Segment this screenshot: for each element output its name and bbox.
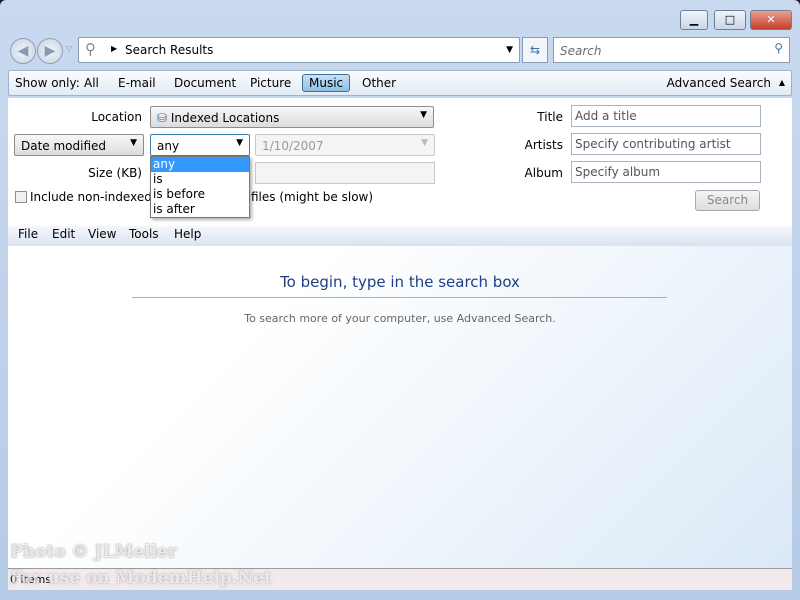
filter-all[interactable]: All: [84, 76, 99, 90]
title-label: Title: [537, 110, 563, 124]
location-icon: ⛁: [157, 111, 168, 125]
search-icon: ⚲: [85, 40, 96, 58]
watermark: Photo © JLMeller: [10, 542, 177, 562]
menu-file[interactable]: File: [18, 227, 38, 241]
artists-input[interactable]: Specify contributing artist: [571, 133, 761, 155]
back-button[interactable]: ◀: [10, 38, 36, 64]
date-operator-value: any: [157, 139, 180, 153]
option-is-after[interactable]: is after: [151, 202, 249, 217]
empty-subtext: To search more of your computer, use Adv…: [244, 312, 556, 325]
album-input[interactable]: Specify album: [571, 161, 761, 183]
filter-picture[interactable]: Picture: [250, 76, 291, 90]
close-button[interactable]: ✕: [750, 10, 792, 30]
filter-other[interactable]: Other: [362, 76, 396, 90]
refresh-button[interactable]: ⇆: [522, 37, 548, 63]
filter-email[interactable]: E-mail: [118, 76, 156, 90]
chevron-down-icon: ▼: [420, 110, 427, 120]
address-path: Search Results: [125, 43, 214, 57]
menu-help[interactable]: Help: [174, 227, 201, 241]
address-dropdown-icon[interactable]: ▼: [506, 45, 513, 55]
chevron-up-icon[interactable]: ▲: [779, 78, 785, 87]
search-input[interactable]: Search ⚲: [553, 37, 790, 63]
show-only-label: Show only:: [15, 76, 80, 90]
chevron-down-icon: ▼: [421, 138, 428, 148]
title-input[interactable]: Add a title: [571, 105, 761, 127]
explorer-window: ▁ □ ✕ ◀ ▶ ▽ ⚲ ▶ Search Results ▼ ⇆ Searc…: [0, 0, 800, 600]
menu-bar: File Edit View Tools Help: [8, 226, 792, 246]
recent-pages-dropdown-icon[interactable]: ▽: [66, 44, 72, 53]
chevron-down-icon: ▼: [130, 138, 137, 148]
watermark: For use on ModemHelp.Net: [10, 568, 272, 588]
album-label: Album: [524, 166, 563, 180]
divider: [132, 297, 667, 298]
search-button[interactable]: Search: [695, 190, 760, 211]
filter-music[interactable]: Music: [302, 74, 351, 92]
results-area: To begin, type in the search box To sear…: [8, 246, 792, 568]
include-nonindexed-label-end: files (might be slow): [251, 190, 374, 204]
chevron-down-icon: ▼: [236, 138, 243, 148]
location-label: Location: [91, 110, 142, 124]
include-nonindexed-label: Include non-indexed, h: [30, 190, 168, 204]
option-is[interactable]: is: [151, 172, 249, 187]
show-only-bar: Show only: All E-mail Document Picture M…: [8, 70, 792, 96]
address-bar[interactable]: ⚲ ▶ Search Results ▼: [78, 37, 520, 63]
date-value: 1/10/2007: [262, 139, 324, 153]
date-field-value: Date modified: [21, 139, 107, 153]
advanced-search-button[interactable]: Advanced Search: [667, 76, 771, 90]
date-field-select[interactable]: Date modified ▼: [14, 134, 144, 156]
maximize-button[interactable]: □: [714, 10, 746, 30]
search-placeholder: Search: [560, 44, 602, 58]
date-operator-dropdown: any is is before is after: [150, 156, 250, 218]
minimize-button[interactable]: ▁: [680, 10, 708, 30]
size-input[interactable]: [255, 162, 435, 184]
option-is-before[interactable]: is before: [151, 187, 249, 202]
date-operator-select[interactable]: any ▼: [150, 134, 250, 156]
menu-view[interactable]: View: [88, 227, 116, 241]
option-any[interactable]: any: [151, 157, 249, 172]
include-nonindexed-checkbox[interactable]: [15, 191, 27, 203]
menu-edit[interactable]: Edit: [52, 227, 75, 241]
artists-label: Artists: [524, 138, 563, 152]
filter-document[interactable]: Document: [174, 76, 236, 90]
location-select[interactable]: ⛁ Indexed Locations ▼: [150, 106, 434, 128]
search-icon[interactable]: ⚲: [774, 41, 783, 55]
date-value-picker[interactable]: 1/10/2007 ▼: [255, 134, 435, 156]
location-value: Indexed Locations: [170, 111, 280, 125]
menu-tools[interactable]: Tools: [129, 227, 159, 241]
size-label: Size (KB): [88, 166, 142, 180]
breadcrumb-arrow-icon: ▶: [111, 44, 118, 53]
empty-heading: To begin, type in the search box: [280, 273, 520, 291]
forward-button[interactable]: ▶: [37, 38, 63, 64]
